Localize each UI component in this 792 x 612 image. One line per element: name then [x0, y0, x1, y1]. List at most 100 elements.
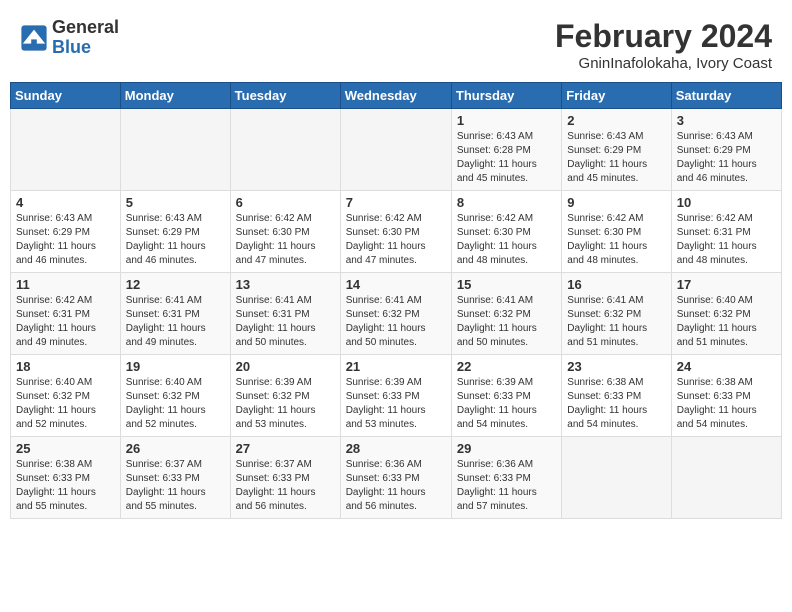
day-info: Sunrise: 6:40 AM Sunset: 6:32 PM Dayligh… — [16, 376, 115, 432]
day-number: 26 — [126, 441, 225, 456]
day-cell: 18Sunrise: 6:40 AM Sunset: 6:32 PM Dayli… — [11, 355, 121, 437]
day-info: Sunrise: 6:36 AM Sunset: 6:33 PM Dayligh… — [346, 458, 446, 514]
day-info: Sunrise: 6:36 AM Sunset: 6:33 PM Dayligh… — [457, 458, 556, 514]
logo-text: General Blue — [52, 18, 119, 58]
day-info: Sunrise: 6:42 AM Sunset: 6:31 PM Dayligh… — [16, 294, 115, 350]
day-info: Sunrise: 6:42 AM Sunset: 6:30 PM Dayligh… — [567, 212, 665, 268]
day-cell: 17Sunrise: 6:40 AM Sunset: 6:32 PM Dayli… — [671, 273, 781, 355]
day-cell: 28 Sunrise: 6:36 AM Sunset: 6:33 PM Dayli… — [340, 437, 451, 519]
day-cell: 6 Sunrise: 6:42 AM Sunset: 6:30 PM Daylig… — [230, 191, 340, 273]
day-number: 22 — [457, 359, 556, 374]
day-cell — [120, 109, 230, 191]
day-info: Sunrise: 6:43 AM Sunset: 6:29 PM Dayligh… — [16, 212, 115, 268]
day-cell: 26 Sunrise: 6:37 AM Sunset: 6:33 PM Dayli… — [120, 437, 230, 519]
day-info: Sunrise: 6:37 AM Sunset: 6:33 PM Dayligh… — [126, 458, 225, 514]
day-cell — [11, 109, 121, 191]
day-info: Sunrise: 6:43 AM Sunset: 6:29 PM Dayligh… — [567, 130, 665, 186]
day-info: Sunrise: 6:42 AM Sunset: 6:30 PM Dayligh… — [236, 212, 335, 268]
day-number: 6 — [236, 195, 335, 210]
day-info: Sunrise: 6:40 AM Sunset: 6:32 PM Dayligh… — [126, 376, 225, 432]
day-info: Sunrise: 6:43 AM Sunset: 6:28 PM Dayligh… — [457, 130, 556, 186]
logo: General Blue — [20, 18, 119, 58]
day-cell: 3Sunrise: 6:43 AM Sunset: 6:29 PM Daylig… — [671, 109, 781, 191]
week-row-2: 4 Sunrise: 6:43 AM Sunset: 6:29 PM Daylig… — [11, 191, 782, 273]
weekday-header-thursday: Thursday — [451, 83, 561, 109]
day-cell: 14 Sunrise: 6:41 AM Sunset: 6:32 PM Dayli… — [340, 273, 451, 355]
day-cell — [230, 109, 340, 191]
day-cell: 15 Sunrise: 6:41 AM Sunset: 6:32 PM Dayli… — [451, 273, 561, 355]
weekday-header-friday: Friday — [562, 83, 671, 109]
day-info: Sunrise: 6:41 AM Sunset: 6:31 PM Dayligh… — [126, 294, 225, 350]
weekday-header-monday: Monday — [120, 83, 230, 109]
day-cell: 2 Sunrise: 6:43 AM Sunset: 6:29 PM Daylig… — [562, 109, 671, 191]
day-number: 29 — [457, 441, 556, 456]
day-info: Sunrise: 6:41 AM Sunset: 6:32 PM Dayligh… — [567, 294, 665, 350]
day-info: Sunrise: 6:39 AM Sunset: 6:33 PM Dayligh… — [346, 376, 446, 432]
day-cell: 13 Sunrise: 6:41 AM Sunset: 6:31 PM Dayli… — [230, 273, 340, 355]
day-cell: 19 Sunrise: 6:40 AM Sunset: 6:32 PM Dayli… — [120, 355, 230, 437]
location: GninInafolokaha, Ivory Coast — [555, 55, 772, 72]
week-row-5: 25Sunrise: 6:38 AM Sunset: 6:33 PM Dayli… — [11, 437, 782, 519]
day-cell: 7 Sunrise: 6:42 AM Sunset: 6:30 PM Daylig… — [340, 191, 451, 273]
day-info: Sunrise: 6:41 AM Sunset: 6:31 PM Dayligh… — [236, 294, 335, 350]
day-info: Sunrise: 6:38 AM Sunset: 6:33 PM Dayligh… — [677, 376, 776, 432]
day-cell: 10 Sunrise: 6:42 AM Sunset: 6:31 PM Dayli… — [671, 191, 781, 273]
month-year: February 2024 — [555, 18, 772, 55]
day-cell: 24 Sunrise: 6:38 AM Sunset: 6:33 PM Dayli… — [671, 355, 781, 437]
day-number: 23 — [567, 359, 665, 374]
day-cell: 11 Sunrise: 6:42 AM Sunset: 6:31 PM Dayli… — [11, 273, 121, 355]
day-info: Sunrise: 6:38 AM Sunset: 6:33 PM Dayligh… — [567, 376, 665, 432]
day-info: Sunrise: 6:41 AM Sunset: 6:32 PM Dayligh… — [346, 294, 446, 350]
week-row-4: 18Sunrise: 6:40 AM Sunset: 6:32 PM Dayli… — [11, 355, 782, 437]
day-info: Sunrise: 6:42 AM Sunset: 6:30 PM Dayligh… — [346, 212, 446, 268]
day-info: Sunrise: 6:43 AM Sunset: 6:29 PM Dayligh… — [126, 212, 225, 268]
day-cell: 5Sunrise: 6:43 AM Sunset: 6:29 PM Daylig… — [120, 191, 230, 273]
day-number: 27 — [236, 441, 335, 456]
day-number: 10 — [677, 195, 776, 210]
day-info: Sunrise: 6:37 AM Sunset: 6:33 PM Dayligh… — [236, 458, 335, 514]
day-number: 12 — [126, 277, 225, 292]
day-info: Sunrise: 6:40 AM Sunset: 6:32 PM Dayligh… — [677, 294, 776, 350]
day-number: 8 — [457, 195, 556, 210]
day-cell: 12 Sunrise: 6:41 AM Sunset: 6:31 PM Dayli… — [120, 273, 230, 355]
weekday-header-saturday: Saturday — [671, 83, 781, 109]
weekday-header-row: SundayMondayTuesdayWednesdayThursdayFrid… — [11, 83, 782, 109]
logo-icon — [20, 24, 48, 52]
weekday-header-wednesday: Wednesday — [340, 83, 451, 109]
day-number: 28 — [346, 441, 446, 456]
day-cell: 9 Sunrise: 6:42 AM Sunset: 6:30 PM Daylig… — [562, 191, 671, 273]
day-info: Sunrise: 6:41 AM Sunset: 6:32 PM Dayligh… — [457, 294, 556, 350]
day-number: 15 — [457, 277, 556, 292]
day-cell: 21Sunrise: 6:39 AM Sunset: 6:33 PM Dayli… — [340, 355, 451, 437]
day-cell: 20Sunrise: 6:39 AM Sunset: 6:32 PM Dayli… — [230, 355, 340, 437]
day-number: 25 — [16, 441, 115, 456]
day-cell: 22Sunrise: 6:39 AM Sunset: 6:33 PM Dayli… — [451, 355, 561, 437]
day-cell: 1 Sunrise: 6:43 AM Sunset: 6:28 PM Daylig… — [451, 109, 561, 191]
day-info: Sunrise: 6:42 AM Sunset: 6:31 PM Dayligh… — [677, 212, 776, 268]
weekday-header-tuesday: Tuesday — [230, 83, 340, 109]
day-number: 20 — [236, 359, 335, 374]
day-info: Sunrise: 6:43 AM Sunset: 6:29 PM Dayligh… — [677, 130, 776, 186]
calendar-table: SundayMondayTuesdayWednesdayThursdayFrid… — [10, 82, 782, 519]
day-number: 14 — [346, 277, 446, 292]
week-row-1: 1 Sunrise: 6:43 AM Sunset: 6:28 PM Daylig… — [11, 109, 782, 191]
day-number: 13 — [236, 277, 335, 292]
day-number: 7 — [346, 195, 446, 210]
title-block: February 2024 GninInafolokaha, Ivory Coa… — [555, 18, 772, 72]
day-cell: 27 Sunrise: 6:37 AM Sunset: 6:33 PM Dayli… — [230, 437, 340, 519]
day-number: 16 — [567, 277, 665, 292]
day-cell: 16 Sunrise: 6:41 AM Sunset: 6:32 PM Dayli… — [562, 273, 671, 355]
day-cell: 29 Sunrise: 6:36 AM Sunset: 6:33 PM Dayli… — [451, 437, 561, 519]
day-cell — [562, 437, 671, 519]
day-number: 11 — [16, 277, 115, 292]
day-number: 24 — [677, 359, 776, 374]
day-number: 9 — [567, 195, 665, 210]
day-cell — [671, 437, 781, 519]
weekday-header-sunday: Sunday — [11, 83, 121, 109]
day-number: 2 — [567, 113, 665, 128]
day-info: Sunrise: 6:42 AM Sunset: 6:30 PM Dayligh… — [457, 212, 556, 268]
day-number: 4 — [16, 195, 115, 210]
day-number: 19 — [126, 359, 225, 374]
logo-general: General — [52, 18, 119, 38]
day-number: 1 — [457, 113, 556, 128]
